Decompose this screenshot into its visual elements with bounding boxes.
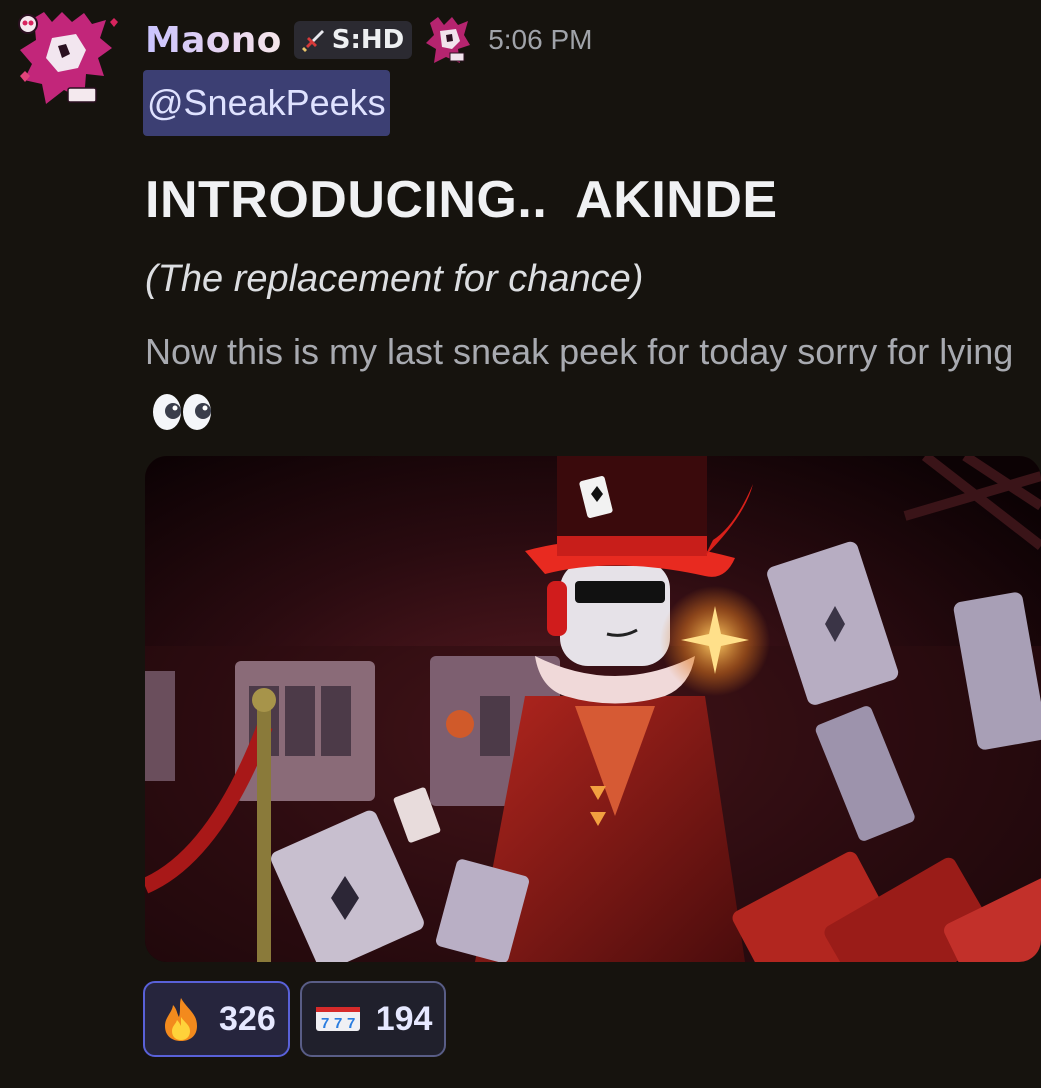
author-name[interactable]: Maono <box>145 20 282 61</box>
reaction-fire[interactable]: 326 <box>143 981 290 1057</box>
reactions-bar: 326 7 7 7 194 <box>143 981 447 1057</box>
svg-text:7: 7 <box>347 1015 355 1032</box>
server-tag[interactable]: S:HD <box>293 21 413 59</box>
role-mention[interactable]: @SneakPeeks <box>143 70 390 136</box>
image-attachment[interactable] <box>145 456 1041 962</box>
message-header: Maono S:HD 5:06 PM <box>145 14 592 66</box>
reaction-count: 194 <box>375 999 433 1038</box>
user-avatar[interactable] <box>14 10 124 110</box>
chat-message: Maono S:HD 5:06 PM @SneakPeeks INTRODUCI… <box>0 0 1041 1088</box>
reaction-count: 326 <box>219 999 276 1038</box>
message-headline: INTRODUCING.. AKINDE <box>145 171 778 229</box>
tag-label: S:HD <box>331 25 405 55</box>
reaction-slot-machine[interactable]: 7 7 7 194 <box>299 981 447 1057</box>
message-body-text: Now this is my last sneak peek for today… <box>145 331 1014 372</box>
slot-machine-777-icon: 7 7 7 <box>315 1007 360 1032</box>
akinde-character-image <box>145 456 1041 962</box>
svg-text:7: 7 <box>321 1015 329 1032</box>
message-subheadline: (The replacement for chance) <box>145 258 644 300</box>
message-body: Now this is my last sneak peek for today… <box>145 322 1025 442</box>
fire-icon <box>165 998 197 1041</box>
message-timestamp[interactable]: 5:06 PM <box>488 24 592 56</box>
role-badge-icon[interactable] <box>424 15 472 65</box>
sword-icon <box>301 30 324 52</box>
eyes-emoji-icon[interactable] <box>151 392 213 432</box>
svg-text:7: 7 <box>334 1015 342 1032</box>
